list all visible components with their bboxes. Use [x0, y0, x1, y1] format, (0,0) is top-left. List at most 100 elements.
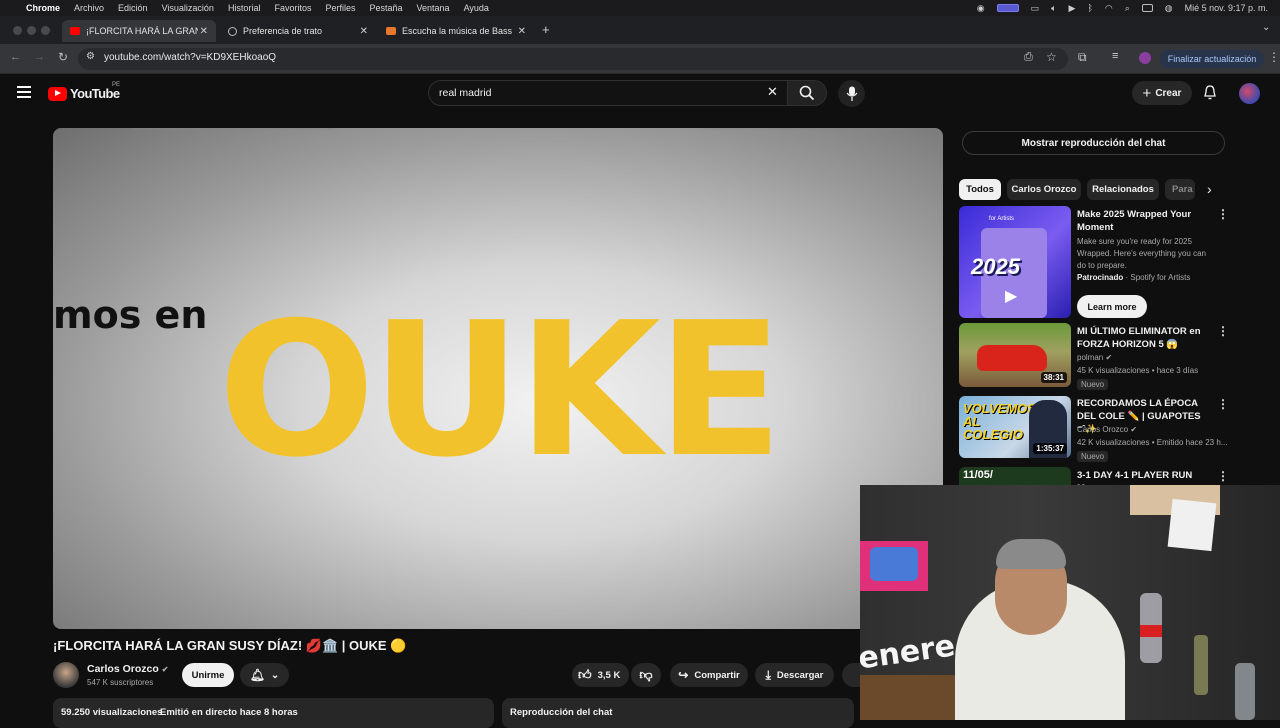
globe-icon [228, 26, 237, 36]
rec-title[interactable]: Make 2025 Wrapped Your Moment [1077, 208, 1207, 234]
chrome-menu-icon[interactable]: ⋮ [1268, 50, 1280, 64]
create-button[interactable]: + Crear [1132, 81, 1192, 105]
join-button[interactable]: Unirme [182, 663, 234, 687]
webcam-person-hair [996, 539, 1066, 569]
site-settings-icon[interactable]: ⚙︎ [86, 51, 95, 62]
chat-replay-panel[interactable]: Reproducción del chat [502, 698, 854, 728]
chip-carlos-orozco[interactable]: Carlos Orozco [1007, 179, 1081, 200]
forward-icon[interactable]: → [34, 51, 45, 63]
country-code: PE [112, 82, 121, 88]
menu-perfiles[interactable]: Perfiles [325, 3, 355, 13]
reload-icon[interactable]: ↻ [58, 50, 68, 64]
chevron-right-icon[interactable]: › [1207, 181, 1212, 197]
rec-title[interactable]: MI ÚLTIMO ELIMINATOR en FORZA HORIZON 5 … [1077, 325, 1207, 351]
chip-todos[interactable]: Todos [959, 179, 1001, 200]
new-tab-icon[interactable]: + [542, 22, 550, 37]
channel-name[interactable]: Carlos Orozco ✔︎ [87, 663, 168, 675]
tab-search-icon[interactable]: ⌄ [1262, 22, 1270, 33]
close-tab-icon[interactable]: ✕ [360, 26, 368, 37]
menu-edicion[interactable]: Edición [118, 3, 148, 13]
menu-app-chrome[interactable]: Chrome [26, 3, 60, 13]
voice-search-button[interactable] [838, 80, 865, 107]
video-player[interactable]: mos en OUKE [53, 128, 943, 629]
dislike-button[interactable]: 👎︎ [631, 663, 661, 687]
duration-badge: 38:31 [1040, 372, 1067, 383]
tab-title: ¡FLORCITA HARÁ LA GRAN SU [86, 26, 198, 36]
tab-preferencia[interactable]: Preferencia de trato ✕ [220, 20, 376, 42]
window-minimize-button[interactable] [27, 26, 36, 35]
menu-favoritos[interactable]: Favoritos [274, 3, 311, 13]
video-title: ¡FLORCITA HARÁ LA GRAN SUSY DÍAZ! 💋🏛️ | … [53, 638, 407, 653]
profile-avatar-icon[interactable] [1139, 52, 1151, 64]
play-icon[interactable]: ▶︎ [1069, 3, 1076, 14]
description-box[interactable]: 59.250 visualizaciones Emitió en directo… [53, 698, 494, 728]
wifi-icon[interactable]: ◠ [1105, 3, 1113, 14]
more-actions-icon[interactable]: ⋮ [1217, 207, 1229, 221]
channel-name[interactable]: Carlos Orozco [1077, 425, 1128, 434]
thumb-text: VOLVEMOS AL COLEGIO [963, 401, 1036, 442]
subscriber-count: 547 K suscriptores [87, 678, 154, 687]
window-zoom-button[interactable] [41, 26, 50, 35]
learn-more-button[interactable]: Learn more [1077, 295, 1147, 318]
menu-historial[interactable]: Historial [228, 3, 261, 13]
menubar-clock[interactable]: Mié 5 nov. 9:17 p. m. [1185, 3, 1268, 13]
hamburger-menu-icon[interactable] [17, 86, 31, 98]
video-thumbnail[interactable]: 38:31 [959, 323, 1071, 387]
video-thumbnail[interactable]: VOLVEMOS AL COLEGIO 1:35:37 [959, 396, 1071, 458]
download-label: Descargar [776, 669, 824, 681]
more-actions-icon[interactable]: ⋮ [1217, 397, 1229, 411]
download-button[interactable]: ⤓ Descargar [755, 663, 834, 687]
search-button[interactable] [787, 80, 827, 106]
more-actions-button[interactable] [842, 663, 860, 687]
volume-icon[interactable]: 🔈︎ [1051, 3, 1056, 14]
channel-avatar[interactable] [53, 662, 79, 688]
close-tab-icon[interactable]: ✕ [518, 26, 526, 37]
back-icon[interactable]: ← [10, 51, 21, 63]
tab-youtube-video[interactable]: ¡FLORCITA HARÁ LA GRAN SU ✕ [62, 20, 216, 42]
like-button[interactable]: 👍︎ 3,5 K [572, 663, 629, 687]
chat-replay-title: Reproducción del chat [510, 707, 613, 718]
screen-record-icon[interactable]: ◉ [977, 3, 985, 14]
show-chat-replay-button[interactable]: Mostrar reproducción del chat [962, 131, 1225, 155]
close-tab-icon[interactable]: ✕ [200, 26, 208, 37]
video-thumbnail[interactable]: 11/05/ [959, 467, 1071, 485]
youtube-wordmark: YouTube [70, 86, 120, 101]
share-button[interactable]: ↪ Compartir [670, 663, 748, 687]
create-label: Crear [1155, 87, 1182, 99]
menu-visualizacion[interactable]: Visualización [162, 3, 214, 13]
search-spotlight-icon[interactable]: ⌕ [1125, 3, 1130, 14]
menu-ayuda[interactable]: Ayuda [464, 3, 489, 13]
ad-thumbnail[interactable]: for Artists 2025 ▶ [959, 206, 1071, 318]
stage-manager-icon[interactable] [996, 4, 1019, 12]
notifications-dropdown[interactable]: 🔔︎ ⌄ [240, 663, 289, 687]
chip-para[interactable]: Para [1165, 179, 1195, 200]
install-app-icon[interactable]: ⎙ [1024, 51, 1033, 64]
youtube-logo[interactable]: YouTube [48, 86, 120, 101]
more-actions-icon[interactable]: ⋮ [1217, 469, 1229, 483]
menu-ventana[interactable]: Ventana [417, 3, 450, 13]
more-actions-icon[interactable]: ⋮ [1217, 324, 1229, 338]
bookmark-star-icon[interactable]: ☆ [1046, 50, 1057, 64]
notifications-bell-icon[interactable] [1203, 85, 1217, 101]
share-label: Compartir [694, 669, 740, 681]
media-control-icon[interactable]: ≡ [1112, 50, 1118, 62]
search-icon [799, 85, 815, 101]
bluetooth-icon[interactable]: ᛒ [1087, 3, 1092, 13]
finish-update-button[interactable]: Finalizar actualización [1160, 50, 1264, 68]
extensions-icon[interactable]: ⧉ [1078, 50, 1087, 65]
window-close-button[interactable] [13, 26, 22, 35]
search-query-text[interactable]: real madrid [439, 87, 492, 99]
channel-name[interactable]: polman [1077, 353, 1103, 362]
clear-search-icon[interactable]: ✕ [767, 84, 778, 100]
account-avatar[interactable] [1239, 83, 1260, 104]
battery-icon[interactable]: ▭ [1031, 3, 1040, 14]
menu-archivo[interactable]: Archivo [74, 3, 104, 13]
tab-bass-jam[interactable]: Escucha la música de Bass Ja ✕ [378, 20, 534, 42]
siri-icon[interactable]: ◍ [1165, 3, 1173, 14]
tab-title: Preferencia de trato [243, 26, 323, 36]
menu-pestana[interactable]: Pestaña [369, 3, 402, 13]
url-text[interactable]: youtube.com/watch?v=KD9XEHkoaoQ [104, 52, 276, 63]
chip-relacionados[interactable]: Relacionados [1087, 179, 1159, 200]
control-center-icon[interactable] [1141, 4, 1153, 12]
thumbs-down-icon: 👎︎ [639, 667, 653, 682]
